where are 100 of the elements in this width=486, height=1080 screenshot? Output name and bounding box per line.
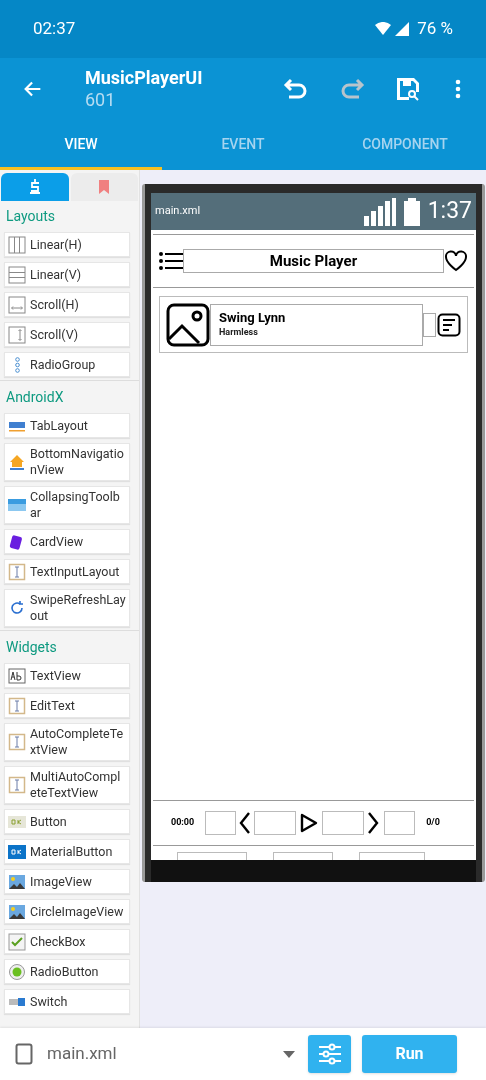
- wifi-icon: [375, 22, 392, 36]
- section-title: Layouts: [5, 207, 57, 226]
- edit-text-icon: [8, 696, 26, 715]
- palette-item[interactable]: Scroll(H): [4, 292, 130, 317]
- project-id: 601: [85, 89, 117, 112]
- previous-icon: [239, 812, 252, 834]
- dollar-icon: [28, 179, 41, 195]
- palette-item[interactable]: EditText: [4, 693, 130, 718]
- palette-item[interactable]: CardView: [4, 529, 130, 554]
- palette-item[interactable]: TabLayout: [4, 413, 130, 438]
- text-view-icon: [8, 666, 26, 685]
- list-icon: [437, 312, 461, 337]
- palette-item-label: CheckBox: [30, 933, 87, 950]
- palette-item-label: SwipeRefreshLayout: [30, 592, 126, 624]
- palette-item-label: BottomNavigationView: [30, 446, 125, 478]
- palette-item-label: RadioGroup: [30, 356, 97, 373]
- palette-item-label: EditText: [30, 697, 76, 714]
- play-icon: [299, 812, 320, 834]
- palette-item-label: CollapsingToolbar: [30, 489, 121, 521]
- linear-h-icon: [8, 235, 26, 254]
- palette-item[interactable]: MultiAutoCompleteTextView: [4, 766, 130, 804]
- empty-view: [254, 811, 297, 835]
- palette-item[interactable]: Linear(V): [4, 262, 130, 287]
- palette-item-label: TextView: [30, 667, 82, 684]
- project-title: MusicPlayerUI: [85, 66, 203, 89]
- palette-item[interactable]: Button: [4, 809, 130, 834]
- palette-item-label: CardView: [30, 533, 85, 550]
- battery-level: 76 %: [417, 17, 453, 41]
- palette-item-label: Scroll(H): [30, 296, 80, 313]
- palette-item-label: RadioButton: [30, 963, 100, 980]
- palette-item[interactable]: ImageView: [4, 869, 130, 894]
- settings-icon: [317, 1043, 342, 1065]
- image-placeholder-icon: [166, 302, 210, 347]
- palette-item-label: MaterialButton: [30, 843, 114, 860]
- palette-item[interactable]: RadioButton: [4, 959, 130, 984]
- palette-item[interactable]: BottomNavigationView: [4, 443, 130, 481]
- song-artist: Harmless: [219, 325, 259, 339]
- palette-item-label: Switch: [30, 993, 69, 1010]
- toolbar-title: Music Player: [183, 249, 444, 273]
- file-dropdown[interactable]: main.xml: [47, 1034, 301, 1074]
- radio-button-icon: [8, 962, 26, 981]
- file-icon: [15, 1043, 33, 1065]
- empty-view: [384, 811, 416, 835]
- section-title: Widgets: [5, 638, 58, 657]
- heart-icon: [444, 250, 468, 272]
- palette-item-label: Linear(V): [30, 266, 83, 283]
- scroll-h-icon: [8, 295, 26, 314]
- palette-item[interactable]: TextView: [4, 663, 130, 688]
- signal-icon: [395, 22, 410, 36]
- song-title: Swing Lynn: [219, 309, 287, 326]
- palette-item[interactable]: CheckBox: [4, 929, 130, 954]
- scroll-v-icon: [8, 325, 26, 344]
- palette-item[interactable]: CollapsingToolbar: [4, 486, 130, 524]
- edit-text-icon: [8, 776, 26, 794]
- image-icon: [8, 872, 26, 891]
- palette-item-label: Button: [30, 813, 68, 830]
- checkbox-icon: [8, 932, 26, 951]
- song-card[interactable]: Swing Lynn Harmless: [159, 296, 468, 353]
- palette-tab[interactable]: [1, 173, 69, 201]
- dropdown-caret-icon: [283, 1050, 295, 1058]
- elapsed-time: 00:00: [171, 816, 195, 830]
- bookmark-icon: [99, 180, 110, 194]
- palette-item[interactable]: Scroll(V): [4, 322, 130, 347]
- palette-item[interactable]: Linear(H): [4, 232, 130, 257]
- palette-item-label: Scroll(V): [30, 326, 80, 343]
- palette-item[interactable]: Switch: [4, 989, 130, 1014]
- toolbar-icon: [8, 496, 26, 514]
- preview-file-name: main.xml: [155, 203, 201, 220]
- palette-item[interactable]: TextInputLayout: [4, 559, 130, 584]
- more-icon: [455, 79, 461, 99]
- track-count: 0/0: [426, 816, 440, 830]
- preview-clock: 1:37: [427, 196, 472, 227]
- palette-item-label: Linear(H): [30, 236, 83, 253]
- radio-group-icon: [14, 356, 20, 373]
- edit-text-icon: [8, 733, 26, 751]
- empty-view: [322, 811, 365, 835]
- battery-icon: [403, 197, 420, 226]
- text-input-icon: [8, 562, 26, 581]
- empty-view: [205, 811, 237, 835]
- material-button-icon: [8, 842, 26, 861]
- palette-item-label: AutoCompleteTextView: [30, 726, 125, 758]
- linear-v-icon: [8, 265, 26, 284]
- palette-item-label: ImageView: [30, 873, 93, 890]
- palette-item[interactable]: CircleImageView: [4, 899, 130, 924]
- palette-item[interactable]: MaterialButton: [4, 839, 130, 864]
- settings-button[interactable]: [308, 1035, 351, 1073]
- next-icon: [367, 812, 380, 834]
- undo-icon: [283, 77, 309, 101]
- palette-item[interactable]: AutoCompleteTextView: [4, 723, 130, 761]
- save-icon: [395, 76, 421, 102]
- refresh-icon: [8, 599, 26, 617]
- signal-icon: [363, 197, 396, 226]
- palette-item-label: TextInputLayout: [30, 563, 121, 580]
- palette-tab[interactable]: [70, 173, 138, 201]
- palette-item-label: TabLayout: [30, 417, 89, 434]
- status-time: 02:37: [33, 17, 76, 41]
- palette-item[interactable]: RadioGroup: [4, 352, 130, 377]
- section-title: AndroidX: [5, 388, 65, 407]
- home-icon: [8, 453, 26, 471]
- palette-item[interactable]: SwipeRefreshLayout: [4, 589, 130, 627]
